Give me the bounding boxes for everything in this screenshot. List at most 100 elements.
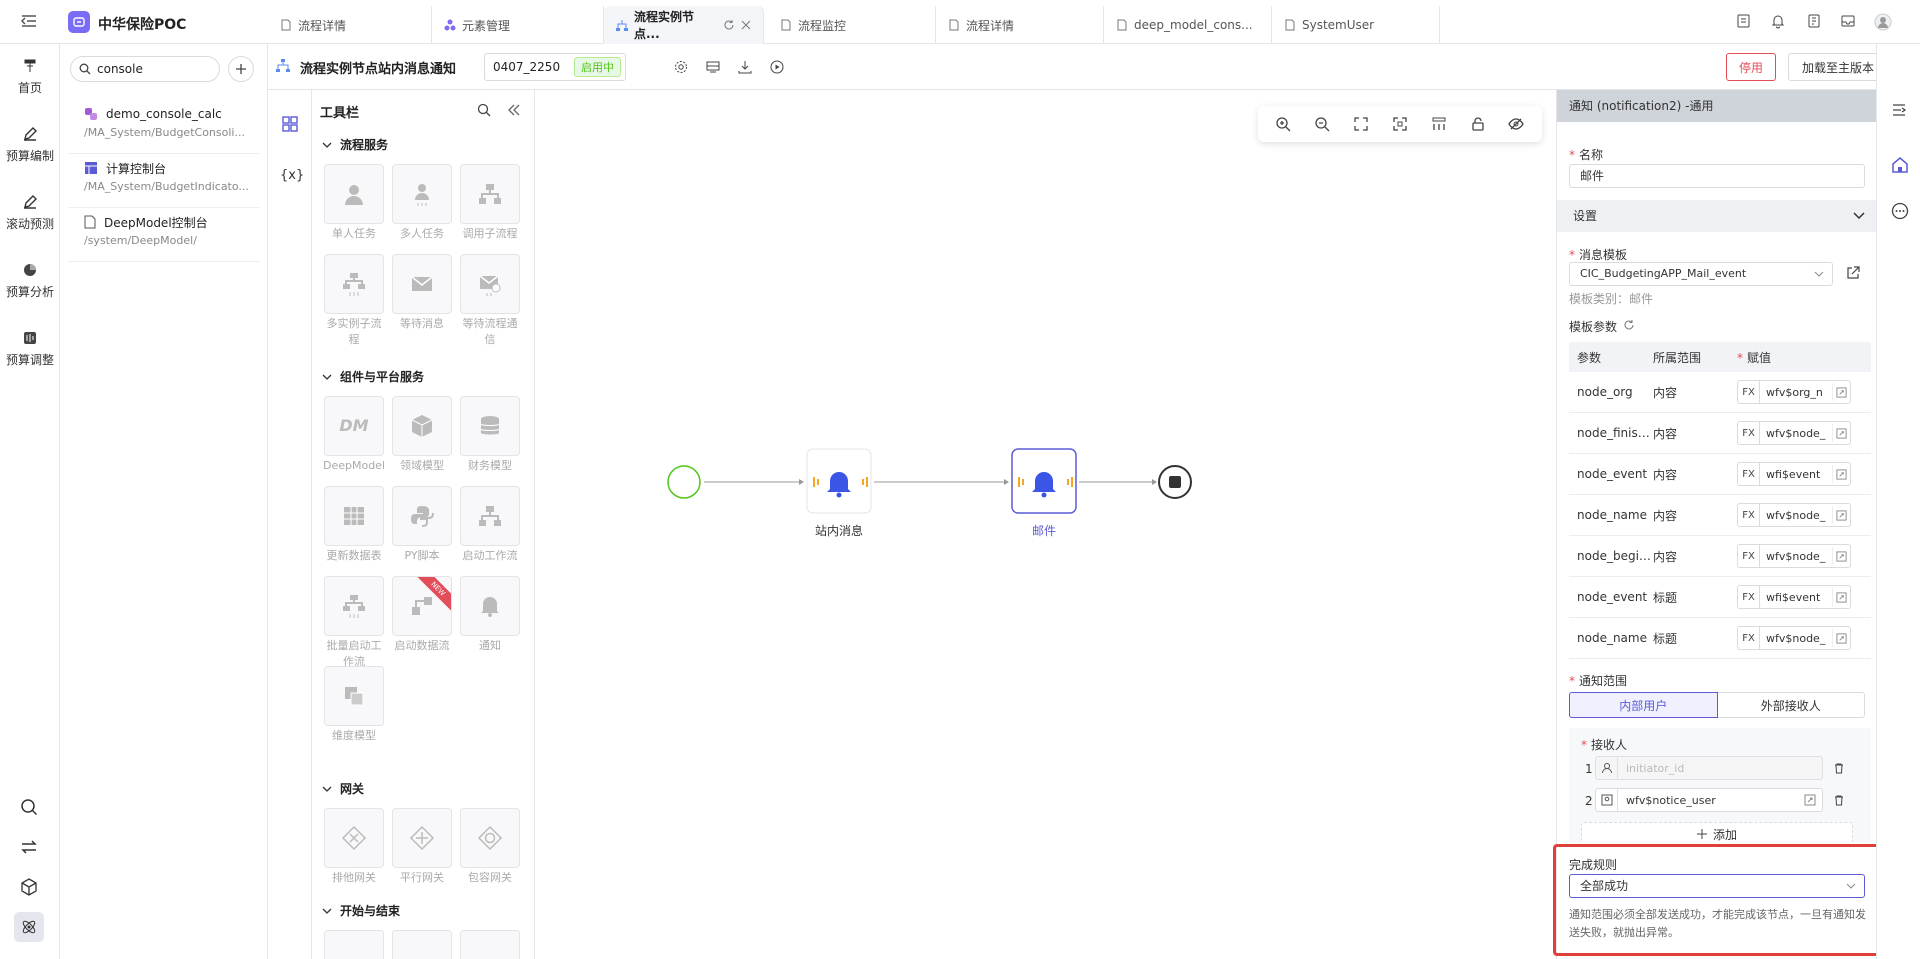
fx-button[interactable]: FX <box>1738 463 1760 485</box>
expand-icon[interactable] <box>1832 383 1850 401</box>
inbox-icon[interactable] <box>1840 13 1856 29</box>
fx-button[interactable]: FX <box>1738 586 1760 608</box>
trash-icon[interactable] <box>1833 762 1845 774</box>
nav-item-rolling-forecast[interactable]: 滚动预测 <box>0 192 60 232</box>
eye-off-icon[interactable] <box>1508 116 1525 132</box>
section-process-service[interactable]: 流程服务 <box>322 136 388 153</box>
expand-icon[interactable] <box>1804 794 1816 806</box>
tab-process-detail-2[interactable]: 流程详情 <box>936 6 1104 44</box>
load-main-version-button[interactable]: 加载至主版本 <box>1788 53 1888 81</box>
fx-button[interactable]: FX <box>1738 504 1760 526</box>
param-value-field[interactable]: FX wfv$node_ <box>1737 421 1851 445</box>
home-icon[interactable] <box>1891 156 1909 174</box>
zoom-out-icon[interactable] <box>1314 116 1330 132</box>
expand-icon[interactable] <box>1832 506 1850 524</box>
collapse-icon[interactable] <box>508 103 520 117</box>
receiver-field[interactable]: initiator_id <box>1595 756 1823 780</box>
template-select[interactable]: CIC_BudgetingAPP_Mail_event <box>1569 262 1833 286</box>
bell-icon[interactable] <box>1770 13 1786 29</box>
tool-intermediate-event[interactable] <box>390 930 454 959</box>
monitor-icon[interactable] <box>706 60 720 74</box>
fullscreen-icon[interactable] <box>1392 116 1408 132</box>
nav-item-budget-analysis[interactable]: 预算分析 <box>0 260 60 300</box>
tab-process-monitor[interactable]: 流程监控 <box>768 6 936 44</box>
play-icon[interactable] <box>770 60 784 74</box>
layout-icon[interactable] <box>1431 116 1447 132</box>
tool-wait-message[interactable]: 等待消息 <box>390 254 454 332</box>
rule-select[interactable]: 全部成功 <box>1569 874 1865 898</box>
tab-element-manage[interactable]: 元素管理 <box>432 6 604 44</box>
tool-finance-model[interactable]: 财务模型 <box>458 396 522 474</box>
search-result-item[interactable]: 计算控制台 /MA_System/BudgetIndicato... <box>60 158 268 196</box>
tool-update-table[interactable]: 更新数据表 <box>322 486 386 564</box>
search-result-item[interactable]: DeepModel控制台 /system/DeepModel/ <box>60 212 268 250</box>
unlock-icon[interactable] <box>1470 116 1486 132</box>
tool-deepmodel[interactable]: DM DeepModel <box>322 396 386 474</box>
tab-process-detail-1[interactable]: 流程详情 <box>268 6 432 44</box>
tool-batch-start-workflow[interactable]: 批量启动工作流 <box>322 576 386 670</box>
param-value-field[interactable]: FX wfv$node_ <box>1737 626 1851 650</box>
tool-start-event[interactable] <box>322 930 386 959</box>
tool-inclusive-gateway[interactable]: 包容网关 <box>458 808 522 886</box>
fx-button[interactable]: FX <box>1738 422 1760 444</box>
atom-icon[interactable] <box>14 912 44 942</box>
collapse-menu-icon[interactable] <box>20 12 38 30</box>
tab-process-instance[interactable]: 流程实例节点... <box>604 6 764 44</box>
scope-internal-button[interactable]: 内部用户 <box>1569 692 1718 718</box>
trash-icon[interactable] <box>1833 794 1845 806</box>
param-value-field[interactable]: FX wfv$node_ <box>1737 503 1851 527</box>
switch-icon[interactable] <box>20 838 38 856</box>
expand-icon[interactable] <box>1832 547 1850 565</box>
nav-item-home[interactable]: 首页 <box>0 56 60 96</box>
section-gateway[interactable]: 网关 <box>322 780 364 797</box>
tab-deep-model[interactable]: deep_model_cons... <box>1104 6 1272 44</box>
refresh-icon[interactable] <box>1623 319 1635 331</box>
task-icon[interactable] <box>1736 13 1752 29</box>
variable-icon[interactable]: {x} <box>280 168 304 183</box>
tab-system-user[interactable]: SystemUser <box>1272 6 1440 44</box>
expand-icon[interactable] <box>1832 629 1850 647</box>
expand-icon[interactable] <box>1832 465 1850 483</box>
panel-toggle-icon[interactable] <box>1891 102 1907 118</box>
fx-button[interactable]: FX <box>1738 627 1760 649</box>
search-icon[interactable] <box>477 103 491 117</box>
version-select[interactable]: 0407_2250 启用中 <box>484 53 626 81</box>
param-value-field[interactable]: FX wfv$node_ <box>1737 544 1851 568</box>
avatar[interactable] <box>1874 13 1892 31</box>
tool-end-event[interactable] <box>458 930 522 959</box>
close-icon[interactable] <box>741 20 751 30</box>
tool-multi-instance-subprocess[interactable]: 多实例子流程 <box>322 254 386 348</box>
tool-start-workflow[interactable]: 启动工作流 <box>458 486 522 564</box>
nav-item-budget-prep[interactable]: 预算编制 <box>0 124 60 164</box>
search-input[interactable]: console <box>70 56 220 82</box>
fx-button[interactable]: FX <box>1738 381 1760 403</box>
notes-icon[interactable] <box>1806 13 1822 29</box>
tool-parallel-gateway[interactable]: 平行网关 <box>390 808 454 886</box>
refresh-icon[interactable] <box>723 19 735 31</box>
download-icon[interactable] <box>738 60 752 74</box>
tool-exclusive-gateway[interactable]: 排他网关 <box>322 808 386 886</box>
grid-icon[interactable] <box>282 116 298 132</box>
scope-external-button[interactable]: 外部接收人 <box>1717 692 1865 718</box>
fit-icon[interactable] <box>1353 116 1369 132</box>
tool-call-subprocess[interactable]: 调用子流程 <box>458 164 522 242</box>
tool-single-task[interactable]: 单人任务 <box>322 164 386 242</box>
more-icon[interactable] <box>1891 202 1909 220</box>
expand-icon[interactable] <box>1832 588 1850 606</box>
tool-dimension-model[interactable]: 维度模型 <box>322 666 386 744</box>
cube-icon[interactable] <box>20 878 38 896</box>
flow-canvas[interactable]: 站内消息 邮件 <box>535 90 1556 959</box>
zoom-in-icon[interactable] <box>1275 116 1291 132</box>
tool-notification[interactable]: 通知 <box>458 576 522 654</box>
tool-wait-process-comm[interactable]: 等待流程通信 <box>458 254 522 348</box>
add-button[interactable] <box>228 56 254 82</box>
section-component-platform[interactable]: 组件与平台服务 <box>322 368 424 385</box>
settings-section[interactable]: 设置 <box>1557 200 1876 232</box>
search-icon[interactable] <box>20 798 38 816</box>
tool-domain-model[interactable]: 领域模型 <box>390 396 454 474</box>
param-value-field[interactable]: FX wfi$event <box>1737 585 1851 609</box>
section-start-end[interactable]: 开始与结束 <box>322 902 400 919</box>
fx-button[interactable]: FX <box>1738 545 1760 567</box>
disable-button[interactable]: 停用 <box>1726 53 1776 81</box>
nav-item-budget-adjust[interactable]: 预算调整 <box>0 328 60 368</box>
